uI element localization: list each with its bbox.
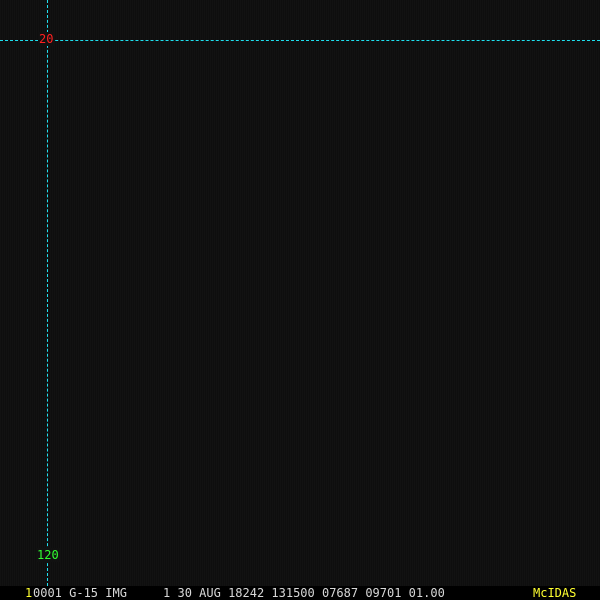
satellite-image[interactable] <box>0 0 600 586</box>
frame-number: 1 <box>25 586 33 600</box>
brand-label: McIDAS <box>533 586 577 600</box>
longitude-gridline <box>47 0 48 586</box>
image-info: 0001 G-15 IMG 1 30 AUG 18242 131500 0768… <box>33 586 445 600</box>
mcidas-display: 20 120 1 0001 G-15 IMG 1 30 AUG 18242 131… <box>0 0 600 600</box>
status-bar: 1 0001 G-15 IMG 1 30 AUG 18242 131500 076… <box>0 586 600 600</box>
latitude-gridline <box>0 40 600 41</box>
latitude-label: 20 <box>38 32 55 46</box>
longitude-label: 120 <box>36 548 60 562</box>
